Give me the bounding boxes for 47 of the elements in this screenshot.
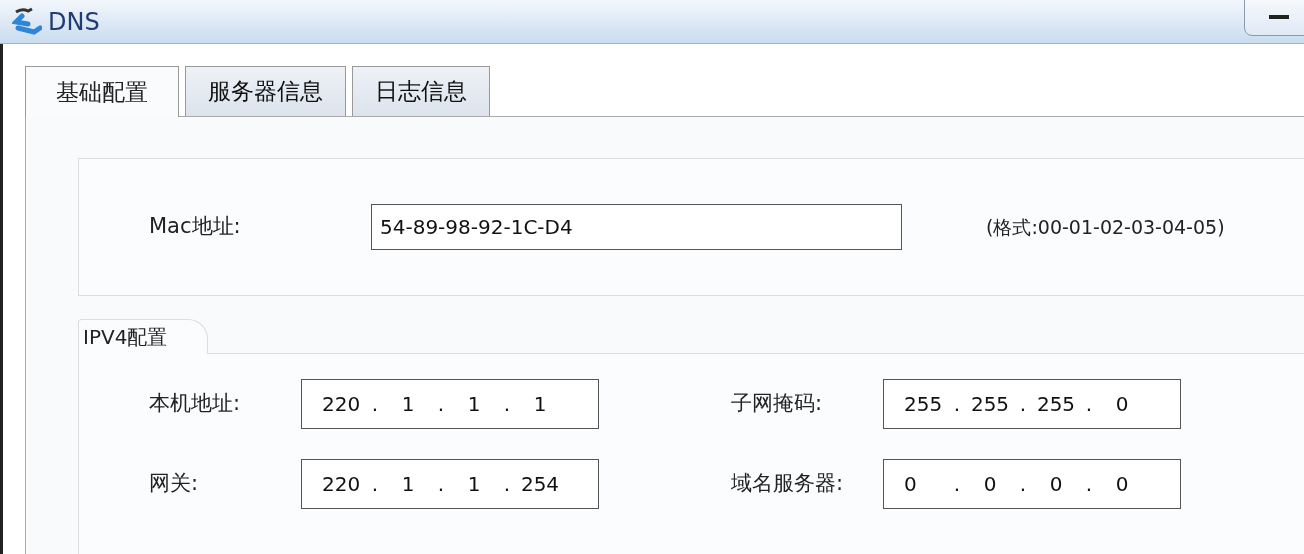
separator-dot: . [952, 391, 962, 418]
separator-dot: . [370, 471, 380, 498]
separator-dot: . [436, 471, 446, 498]
octet: 1 [466, 391, 482, 418]
ip-address-field[interactable]: 220 . 1 . 1 . 254 [301, 459, 599, 509]
separator-dot: . [502, 471, 512, 498]
field-label: 子网掩码: [730, 390, 824, 418]
octet: 220 [322, 391, 362, 418]
separator-dot: . [1018, 391, 1028, 418]
tab[interactable]: 基础配置 [25, 66, 179, 117]
mac-address-field[interactable]: 54-89-98-92-1C-D4 [371, 204, 902, 250]
format-hint: (格式:00-01-02-03-04-05) [986, 214, 1225, 240]
separator-dot: . [502, 391, 512, 418]
octet: 0 [1048, 471, 1064, 498]
field-label: Mac地址: [148, 213, 242, 241]
ip-address-field[interactable]: 255 . 255 . 255 . 0 [883, 379, 1181, 429]
octet: 255 [1036, 391, 1076, 418]
octet: 255 [904, 391, 944, 418]
tab[interactable]: 日志信息 [352, 66, 490, 117]
separator-dot: . [1084, 391, 1094, 418]
minimize-icon [1269, 15, 1289, 19]
octet: 0 [904, 471, 918, 498]
octet: 254 [520, 471, 560, 498]
group-title: IPV4配置 [78, 319, 209, 354]
app-icon [12, 5, 42, 38]
octet: 255 [970, 391, 1010, 418]
separator-dot: . [436, 391, 446, 418]
octet: 1 [400, 391, 416, 418]
octet: 220 [322, 471, 362, 498]
octet: 0 [1114, 391, 1130, 418]
ip-address-field[interactable]: 220 . 1 . 1 . 1 [301, 379, 599, 429]
octet: 0 [982, 471, 998, 498]
octet: 1 [400, 471, 416, 498]
minimize-button[interactable] [1244, 0, 1304, 36]
tab[interactable]: 服务器信息 [185, 66, 346, 117]
ip-address-field[interactable]: 0 . 0 . 0 . 0 [883, 459, 1181, 509]
window-title: DNS [48, 6, 100, 38]
separator-dot: . [1018, 471, 1028, 498]
field-label: 本机地址: [148, 390, 242, 418]
field-label: 网关: [148, 470, 200, 498]
octet: 1 [532, 391, 548, 418]
separator-dot: . [1084, 471, 1094, 498]
separator-dot: . [370, 391, 380, 418]
separator-dot: . [952, 471, 962, 498]
octet: 1 [466, 471, 482, 498]
octet: 0 [1114, 471, 1130, 498]
field-label: 域名服务器: [730, 470, 845, 498]
